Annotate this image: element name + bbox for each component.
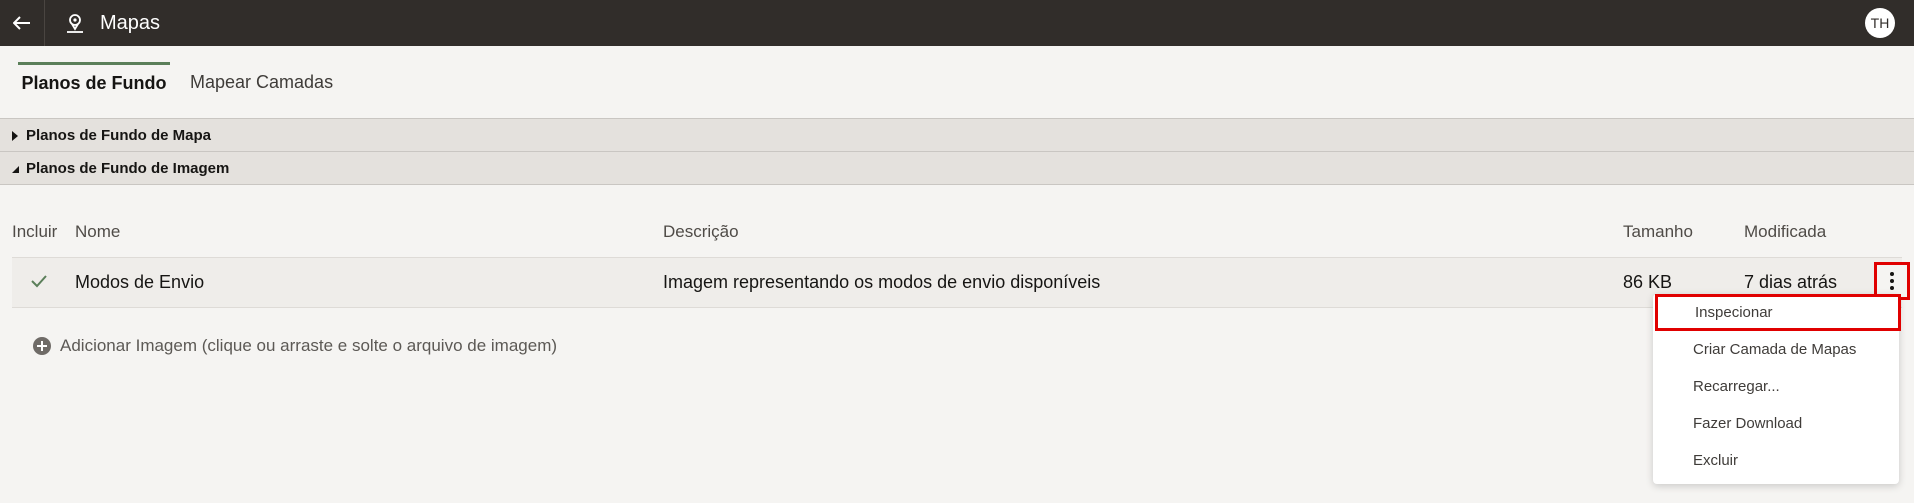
section-label: Planos de Fundo de Imagem [26,160,230,177]
row-actions-menu: Inspecionar Criar Camada de Mapas Recarr… [1653,294,1901,484]
kebab-menu-icon [1890,272,1894,290]
add-image-label: Adicionar Imagem (clique ou arraste e so… [60,336,558,355]
user-avatar[interactable]: TH [1865,8,1895,38]
row-description: Imagem representando os modos de envio d… [663,272,1101,292]
column-header-include: Incluir [12,222,58,241]
arrow-left-icon [13,16,30,30]
menu-item-download[interactable]: Fazer Download [1653,405,1899,442]
column-header-description: Descrição [663,222,739,241]
section-map-backgrounds[interactable]: Planos de Fundo de Mapa [0,118,1914,152]
menu-item-create-map-layer[interactable]: Criar Camada de Mapas [1653,331,1899,368]
check-icon[interactable] [30,272,48,290]
add-image-button[interactable]: Adicionar Imagem (clique ou arraste e so… [32,336,557,356]
row-name: Modos de Envio [75,272,205,292]
caret-down-icon [12,166,19,173]
caret-right-icon [12,131,18,141]
map-pin-icon [67,14,83,33]
row-size: 86 KB [1623,272,1673,292]
table-row[interactable]: Modos de Envio Imagem representando os m… [12,257,1902,308]
back-button[interactable] [0,0,45,46]
section-label: Planos de Fundo de Mapa [26,127,212,144]
row-modified: 7 dias atrás [1744,272,1838,292]
menu-item-inspect[interactable]: Inspecionar [1655,294,1901,331]
top-bar: Mapas TH [0,0,1914,46]
menu-item-reload[interactable]: Recarregar... [1653,368,1899,405]
plus-circle-icon [33,337,51,355]
column-header-modified: Modificada [1744,222,1827,241]
column-header-name: Nome [75,222,121,241]
tab-planos-de-fundo[interactable]: Planos de Fundo [18,62,170,102]
section-image-backgrounds[interactable]: Planos de Fundo de Imagem [0,151,1914,185]
menu-item-delete[interactable]: Excluir [1653,442,1899,479]
column-header-size: Tamanho [1623,222,1693,241]
app-title: Mapas [100,12,161,34]
tab-mapear-camadas[interactable]: Mapear Camadas [190,62,333,102]
